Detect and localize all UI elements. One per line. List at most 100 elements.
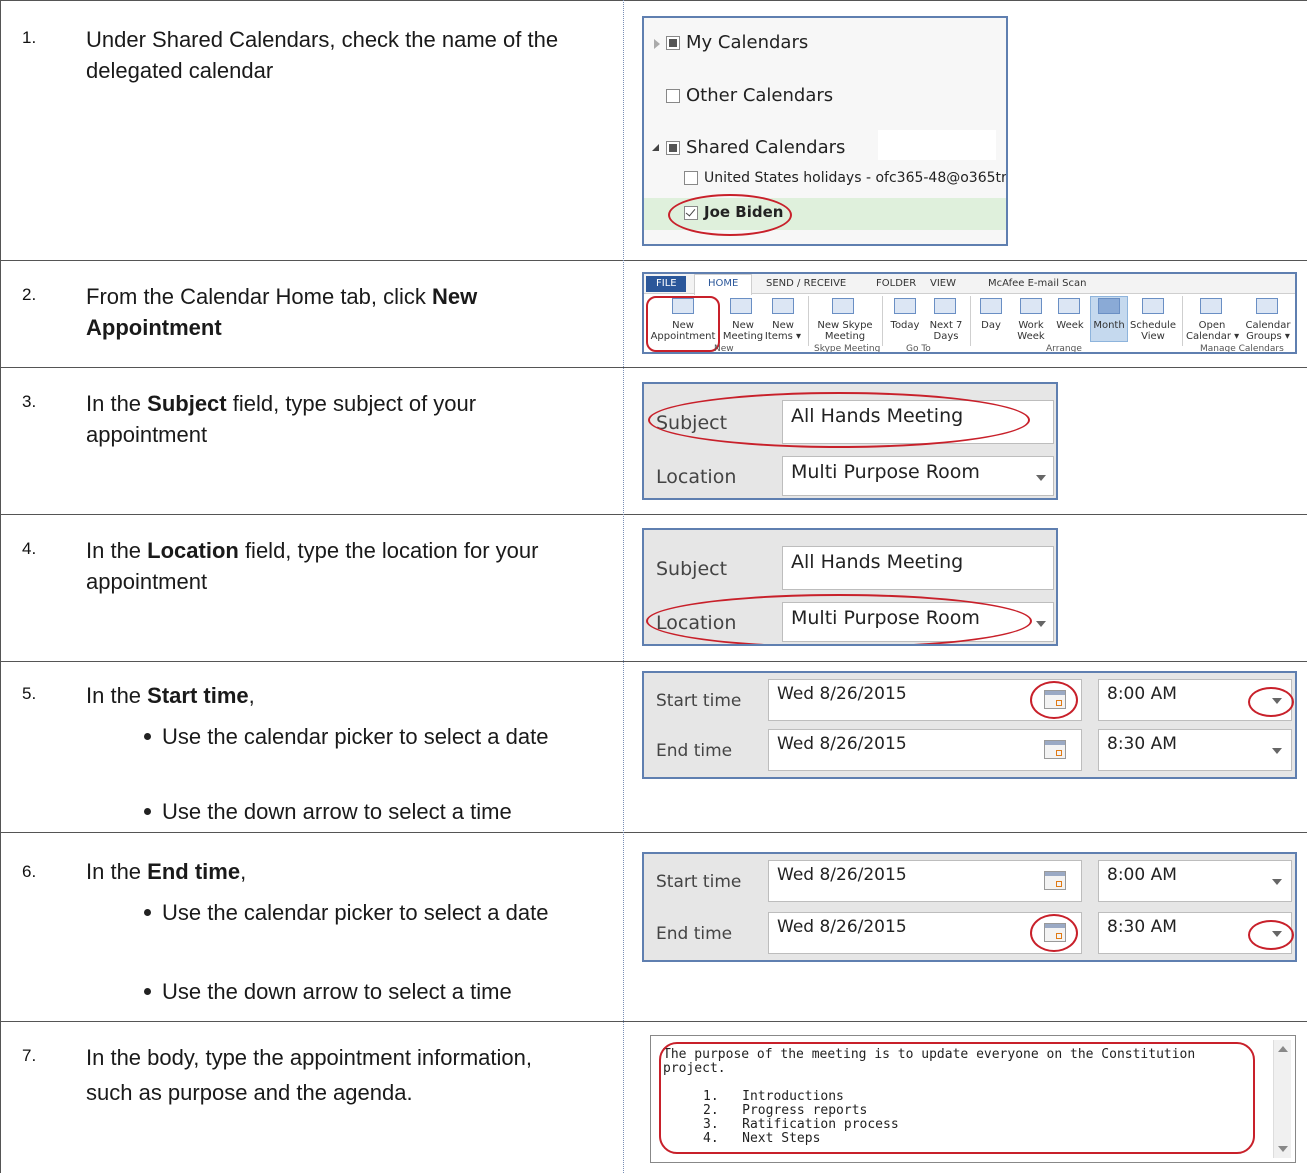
instruction-table: 1. Under Shared Calendars, check the nam… <box>0 0 1307 1173</box>
next-7-days-button[interactable]: Next 7 Days <box>926 320 966 342</box>
bullet-dot <box>144 909 151 916</box>
ribbon-tab-folder[interactable]: FOLDER <box>876 278 916 289</box>
start-date-input[interactable]: Wed 8/26/2015 <box>768 860 1082 902</box>
meeting-icon <box>730 298 752 314</box>
today-button[interactable]: Today <box>886 320 924 331</box>
row-divider <box>0 832 1307 833</box>
ribbon-separator <box>882 296 883 346</box>
bullet-dot <box>144 808 151 815</box>
chevron-down-icon[interactable] <box>1272 748 1282 754</box>
step-number: 2. <box>22 285 37 304</box>
row-divider <box>0 367 1307 368</box>
new-skype-meeting-button[interactable]: New Skype Meeting <box>810 320 880 342</box>
schedule-view-button[interactable]: Schedule View <box>1130 320 1176 342</box>
step-text-part: From the Calendar Home tab, click <box>86 284 433 309</box>
checkbox[interactable] <box>666 89 680 103</box>
highlight-circle <box>659 1042 1255 1154</box>
calendar-groups-button[interactable]: Calendar Groups ▾ <box>1242 320 1294 342</box>
calendar-pane-screenshot: My Calendars Other Calendars Shared Cale… <box>642 16 1008 246</box>
row-divider <box>0 260 1307 261</box>
expand-icon[interactable] <box>654 39 660 49</box>
collapse-icon[interactable] <box>652 144 659 151</box>
highlight-circle <box>646 296 720 352</box>
step-text-bold: Start time <box>147 683 249 708</box>
chevron-down-icon <box>1036 475 1046 481</box>
bullet-text: Use the down arrow to select a time <box>162 799 512 824</box>
end-date-input[interactable]: Wed 8/26/2015 <box>768 729 1082 771</box>
step-text: In the Subject field, type subject of yo… <box>86 388 596 450</box>
step-text-part: In the <box>86 391 148 416</box>
end-time-input[interactable]: 8:30 AM <box>1098 729 1292 771</box>
week-icon <box>1058 298 1080 314</box>
start-end-time-screenshot: Start time Wed 8/26/2015 8:00 AM End tim… <box>642 671 1297 779</box>
calendar-picker-icon[interactable] <box>1044 740 1066 759</box>
work-week-icon <box>1020 298 1042 314</box>
ribbon-group-manage: Manage Calendars <box>1200 344 1284 354</box>
ribbon-separator <box>1182 296 1183 346</box>
shared-calendars-label[interactable]: Shared Calendars <box>686 137 845 158</box>
ribbon-group-arrange: Arrange <box>1046 344 1082 354</box>
ribbon-tab-mcafee[interactable]: McAfee E-mail Scan <box>988 278 1086 289</box>
ribbon-separator <box>970 296 971 346</box>
step-number: 4. <box>22 539 37 558</box>
step-number: 3. <box>22 392 37 411</box>
ribbon-tab-file[interactable]: FILE <box>656 278 677 289</box>
step-text-part: In the <box>86 859 148 884</box>
ribbon-tab-home[interactable]: HOME <box>708 278 738 289</box>
step-text-part: , <box>240 859 247 884</box>
new-items-button[interactable]: New Items ▾ <box>762 320 804 342</box>
scrollbar[interactable] <box>1273 1040 1291 1158</box>
work-week-button[interactable]: Work Week <box>1012 320 1050 342</box>
start-end-time-screenshot: Start time Wed 8/26/2015 8:00 AM End tim… <box>642 852 1297 962</box>
highlight-circle <box>646 594 1032 644</box>
checkbox[interactable] <box>666 141 680 155</box>
step-text: In the End time, <box>86 856 596 887</box>
location-label: Location <box>656 466 737 488</box>
step-number: 5. <box>22 684 37 703</box>
new-meeting-button[interactable]: New Meeting <box>722 320 764 342</box>
scroll-up-icon[interactable] <box>1278 1046 1288 1052</box>
subject-input[interactable]: All Hands Meeting <box>782 546 1054 590</box>
table-border-left <box>0 0 1 1173</box>
open-calendar-button[interactable]: Open Calendar ▾ <box>1186 320 1239 342</box>
step-text-bold: End time <box>147 859 241 884</box>
row-divider <box>0 514 1307 515</box>
checkbox[interactable] <box>684 171 698 185</box>
ribbon-tab-send-receive[interactable]: SEND / RECEIVE <box>766 278 846 289</box>
end-time-label: End time <box>656 741 733 761</box>
chevron-down-icon[interactable] <box>1272 879 1282 885</box>
scroll-down-icon[interactable] <box>1278 1146 1288 1152</box>
step-number: 1. <box>22 28 37 47</box>
us-holidays-label[interactable]: United States holidays - ofc365-48@o365t… <box>704 170 1006 186</box>
ribbon-tab-view[interactable]: VIEW <box>930 278 956 289</box>
other-calendars-label[interactable]: Other Calendars <box>686 85 833 106</box>
step-text: Under Shared Calendars, check the name o… <box>86 27 559 83</box>
day-icon <box>980 298 1002 314</box>
next-7-days-icon <box>934 298 956 314</box>
step-text-part: In the <box>86 538 148 563</box>
checkbox[interactable] <box>666 36 680 50</box>
month-button[interactable]: Month <box>1090 320 1128 331</box>
location-input[interactable]: Multi Purpose Room <box>782 456 1028 496</box>
column-divider <box>623 0 624 1173</box>
week-button[interactable]: Week <box>1052 320 1088 331</box>
start-time-input[interactable]: 8:00 AM <box>1098 860 1292 902</box>
day-button[interactable]: Day <box>974 320 1008 331</box>
step-number: 6. <box>22 862 37 881</box>
my-calendars-label[interactable]: My Calendars <box>686 32 808 53</box>
ribbon-group-new: New <box>714 344 734 354</box>
bullet-text: Use the calendar picker to select a date <box>162 900 549 925</box>
calendar-picker-icon[interactable] <box>1044 871 1066 890</box>
skype-icon <box>832 298 854 314</box>
row-divider <box>0 1021 1307 1022</box>
body-editor-screenshot: The purpose of the meeting is to update … <box>650 1035 1296 1163</box>
ribbon-group-goto: Go To <box>906 344 931 354</box>
step-text-bold: Subject <box>147 391 227 416</box>
row-divider <box>0 0 1307 1</box>
step-text: In the Location field, type the location… <box>86 535 596 597</box>
bullet-text: Use the down arrow to select a time <box>162 979 512 1004</box>
step-number: 7. <box>22 1046 37 1065</box>
highlight-circle <box>1248 920 1294 950</box>
end-time-label: End time <box>656 924 733 944</box>
step-text-part: In the <box>86 683 148 708</box>
